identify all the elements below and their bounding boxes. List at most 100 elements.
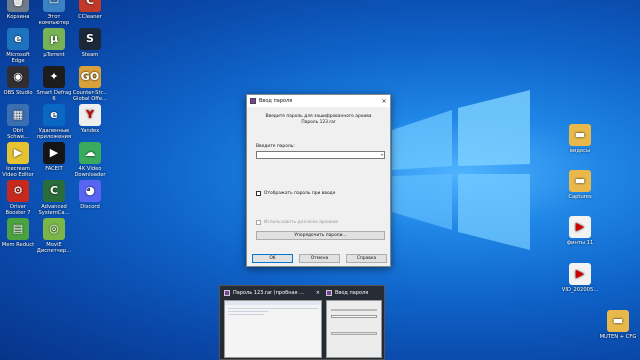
desktop-icon-driver-booster-7[interactable]: ⚙ Driver Booster 7 xyxy=(0,180,38,216)
desktop-icon-advanced-systemca[interactable]: C Advanced SystemCa... xyxy=(34,180,74,216)
ccleaner-icon: C xyxy=(79,0,101,12)
thumbnail-title: Ввод пароля xyxy=(335,290,369,296)
show-password-label: Отображать пароль при вводе xyxy=(264,191,336,196)
vid-202005-icon: ▶ xyxy=(569,263,591,285)
desktop-icon-label: Steam xyxy=(81,52,99,58)
desktop-icon-удаленные-приложения[interactable]: e Удаленные приложения xyxy=(34,104,74,140)
password-dialog: Ввод пароля × Введите пароль для зашифро… xyxy=(246,94,391,267)
password-label: Введите пароль: xyxy=(256,144,295,149)
close-icon[interactable]: × xyxy=(316,290,322,296)
desktop-icon-label: VID_202005... xyxy=(561,287,599,293)
ok-button[interactable]: OK xyxy=(252,254,293,263)
desktop-icon-label: Корзина xyxy=(6,14,30,20)
desktop-icon-4k-video-downloader[interactable]: ☁ 4K Video Downloader xyxy=(70,142,110,178)
desktop-icon-obit-schwe[interactable]: ▦ Obit Schwe... xyxy=(0,104,38,140)
driver-booster-7-icon: ⚙ xyxy=(7,180,29,202)
desktop-icon-label: Obit Schwe... xyxy=(7,128,29,140)
desktop-icon-label: FACEIT xyxy=(45,166,63,172)
thumbnail-title: Пароль 123.rar (пробная ... xyxy=(233,290,304,296)
desktop-icon-label: Discord xyxy=(80,204,100,210)
desktop-icon-этот-компьютер[interactable]: ▭ Этот компьютер xyxy=(34,0,74,26)
desktop-icon-label: Microsoft Edge xyxy=(6,52,30,64)
use-for-all-checkbox: Использовать для всех архивов xyxy=(256,220,338,225)
torrent-icon: µ xyxy=(43,28,65,50)
desktop-icon-финты-11[interactable]: ▶ финты 11 xyxy=(560,216,600,246)
desktop-icon-mem-reduct[interactable]: ▤ Mem Reduct xyxy=(0,218,38,248)
desktop-icon-label: финты 11 xyxy=(566,240,594,246)
4k-video-downloader-icon: ☁ xyxy=(79,142,101,164)
desktop-icon-label: Icecream Video Editor xyxy=(2,166,34,178)
captures-icon: ▬ xyxy=(569,170,591,192)
use-for-all-label: Использовать для всех архивов xyxy=(264,220,338,225)
faceit-icon: ▶ xyxy=(43,142,65,164)
desktop-icon-counter-str-global-offe[interactable]: GO Counter-Str... Global Offe... xyxy=(70,66,110,102)
desktop-icon-icecream-video-editor[interactable]: ▶ Icecream Video Editor xyxy=(0,142,38,178)
dialog-description-text: Введите пароль для зашифрованного архива… xyxy=(265,114,372,125)
корзина-icon: 🗑 xyxy=(7,0,29,12)
steam-icon: S xyxy=(79,28,101,50)
удаленные-приложения-icon: e xyxy=(43,104,65,126)
desktop-icon-корзина[interactable]: 🗑 Корзина xyxy=(0,0,38,20)
desktop-icon-label: Mem Reduct xyxy=(1,242,35,248)
show-password-checkbox[interactable]: Отображать пароль при вводе xyxy=(256,191,335,196)
desktop-icon-discord[interactable]: ◕ Discord xyxy=(70,180,110,210)
counter-str-global-offe-icon: GO xyxy=(79,66,101,88)
desktop-icon-faceit[interactable]: ▶ FACEIT xyxy=(34,142,74,172)
финты-11-icon: ▶ xyxy=(569,216,591,238)
icecream-video-editor-icon: ▶ xyxy=(7,142,29,164)
desktop-icon-vid-202005[interactable]: ▶ VID_202005... xyxy=(560,263,600,293)
checkbox-box[interactable] xyxy=(256,191,261,196)
smart-defrag-6-icon: ✦ xyxy=(43,66,65,88)
desktop-icon-muten-cfg[interactable]: ▬ MUTEN + CFG xyxy=(598,310,638,340)
chevron-down-icon[interactable]: ▾ xyxy=(381,152,383,157)
organize-passwords-button[interactable]: Упорядочить пароли... xyxy=(256,231,385,240)
desktop-icon-smart-defrag-6[interactable]: ✦ Smart Defrag 6 xyxy=(34,66,74,102)
desktop-icon-ccleaner[interactable]: C CCleaner xyxy=(70,0,110,20)
close-icon[interactable]: × xyxy=(378,98,390,105)
desktop-icon-captures[interactable]: ▬ Captures xyxy=(560,170,600,200)
desktop-icon-label: Advanced SystemCa... xyxy=(38,204,70,216)
password-input[interactable]: ▾ xyxy=(256,151,385,159)
desktop-icon-label: Yandex xyxy=(80,128,100,134)
taskbar-thumbnail-popup: Пароль 123.rar (пробная ... × Ввод парол… xyxy=(219,285,385,360)
microsoft-edge-icon: e xyxy=(7,28,29,50)
advanced-systemca-icon: C xyxy=(43,180,65,202)
desktop-icon-label: Удаленные приложения xyxy=(36,128,72,140)
muten-cfg-icon: ▬ xyxy=(607,310,629,332)
obit-schwe-icon: ▦ xyxy=(7,104,29,126)
desktop-icon-torrent[interactable]: µ µTorrent xyxy=(34,28,74,58)
desktop-icon-label: Этот компьютер xyxy=(38,14,70,26)
desktop-icon-label: OBS Studio xyxy=(3,90,33,96)
checkbox-box xyxy=(256,220,261,225)
desktop-icon-label: Counter-Str... Global Offe... xyxy=(72,90,108,102)
видосы-icon: ▬ xyxy=(569,124,591,146)
thumbnail-winrar[interactable]: Пароль 123.rar (пробная ... × xyxy=(224,288,322,358)
desktop-icon-label: MUTEN + CFG xyxy=(599,334,637,340)
desktop-icon-label: 4K Video Downloader xyxy=(74,166,106,178)
dialog-title: Ввод пароля xyxy=(259,98,293,104)
winrar-icon xyxy=(250,98,256,104)
thumbnail-preview xyxy=(326,300,382,358)
discord-icon: ◕ xyxy=(79,180,101,202)
movie-диспетчер-icon: ◎ xyxy=(43,218,65,240)
thumbnail-password-dialog[interactable]: Ввод пароля xyxy=(326,288,382,358)
dialog-titlebar[interactable]: Ввод пароля × xyxy=(247,95,390,107)
dialog-description: Введите пароль для зашифрованного архива… xyxy=(247,114,390,126)
winrar-icon xyxy=(224,290,230,296)
desktop-icon-steam[interactable]: S Steam xyxy=(70,28,110,58)
help-button[interactable]: Справка xyxy=(346,254,387,263)
desktop-icon-obs-studio[interactable]: ◉ OBS Studio xyxy=(0,66,38,96)
windows-logo-wallpaper xyxy=(392,90,530,250)
desktop-icon-label: Driver Booster 7 xyxy=(5,204,31,216)
desktop-icon-видосы[interactable]: ▬ видосы xyxy=(560,124,600,154)
desktop-icon-label: µTorrent xyxy=(43,52,65,58)
desktop-icon-movie-диспетчер[interactable]: ◎ MoviE Диспетчер... xyxy=(34,218,74,254)
winrar-icon xyxy=(326,290,332,296)
desktop-icon-label: CCleaner xyxy=(78,14,102,20)
desktop-icon-label: видосы xyxy=(569,148,591,154)
cancel-button[interactable]: Отмена xyxy=(299,254,340,263)
desktop-icon-microsoft-edge[interactable]: e Microsoft Edge xyxy=(0,28,38,64)
yandex-icon: Y xyxy=(79,104,101,126)
mem-reduct-icon: ▤ xyxy=(7,218,29,240)
desktop-icon-yandex[interactable]: Y Yandex xyxy=(70,104,110,134)
